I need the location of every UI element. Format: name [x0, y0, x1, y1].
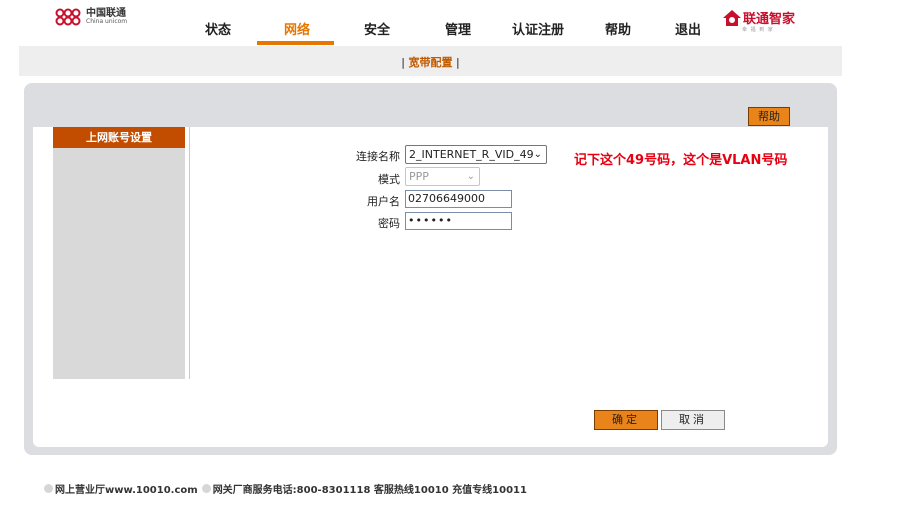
brand-slogan: 幸 福 到 家 [742, 27, 774, 33]
sidebar-divider [189, 127, 190, 379]
bullet-icon [44, 484, 53, 493]
brand-title: 联通智家 [743, 12, 796, 27]
nav-network[interactable]: 网络 [284, 19, 310, 38]
sub-nav-broadband-config[interactable]: 宽带配置 [409, 56, 453, 69]
connection-name-select[interactable]: 2_INTERNET_R_VID_49 ⌄ [405, 145, 547, 164]
mode-label: 模式 [378, 173, 400, 186]
username-label: 用户名 [367, 195, 400, 208]
username-input[interactable]: 02706649000 [405, 190, 512, 208]
footer: 网上营业厅www.10010.com 网关厂商服务电话:800-8301118 … [44, 481, 527, 496]
sub-nav: | 宽带配置 | [19, 54, 842, 70]
sidebar-item-internet-account[interactable]: 上网账号设置 [53, 127, 185, 148]
chevron-down-icon: ⌄ [533, 149, 542, 160]
footer-website: 网上营业厅www.10010.com [55, 485, 198, 496]
nav-logout[interactable]: 退出 [675, 19, 701, 38]
sub-nav-separator-left: | [401, 56, 409, 69]
sidebar: 上网账号设置 [53, 127, 185, 379]
bullet-icon [201, 484, 211, 493]
nav-management[interactable]: 管理 [445, 19, 471, 38]
confirm-button[interactable]: 确定 [594, 410, 658, 430]
footer-hotlines: 网关厂商服务电话:800-8301118 客服热线10010 充值专线10011 [212, 485, 527, 496]
chevron-down-icon: ⌄ [466, 171, 475, 182]
sub-nav-separator-right: | [452, 56, 460, 69]
sub-nav-bar: | 宽带配置 | [19, 46, 842, 76]
mode-select: PPP ⌄ [405, 167, 480, 186]
mode-value: PPP [409, 170, 429, 183]
vlan-annotation: 记下这个49号码，这个是VLAN号码 [574, 153, 788, 168]
nav-auth-register[interactable]: 认证注册 [512, 19, 564, 38]
active-nav-indicator [257, 41, 334, 45]
connection-name-label: 连接名称 [356, 150, 400, 163]
nav-security[interactable]: 安全 [364, 19, 390, 38]
nav-help[interactable]: 帮助 [605, 19, 631, 38]
cancel-button[interactable]: 取消 [661, 410, 725, 430]
unicom-smart-home-logo: 联通智家 幸 福 到 家 [722, 6, 802, 34]
nav-status[interactable]: 状态 [205, 19, 231, 38]
connection-name-value: 2_INTERNET_R_VID_49 [409, 148, 534, 161]
home-icon [723, 10, 741, 26]
password-label: 密码 [378, 217, 400, 230]
help-button[interactable]: 帮助 [748, 107, 790, 126]
password-input[interactable]: •••••• [405, 212, 512, 230]
